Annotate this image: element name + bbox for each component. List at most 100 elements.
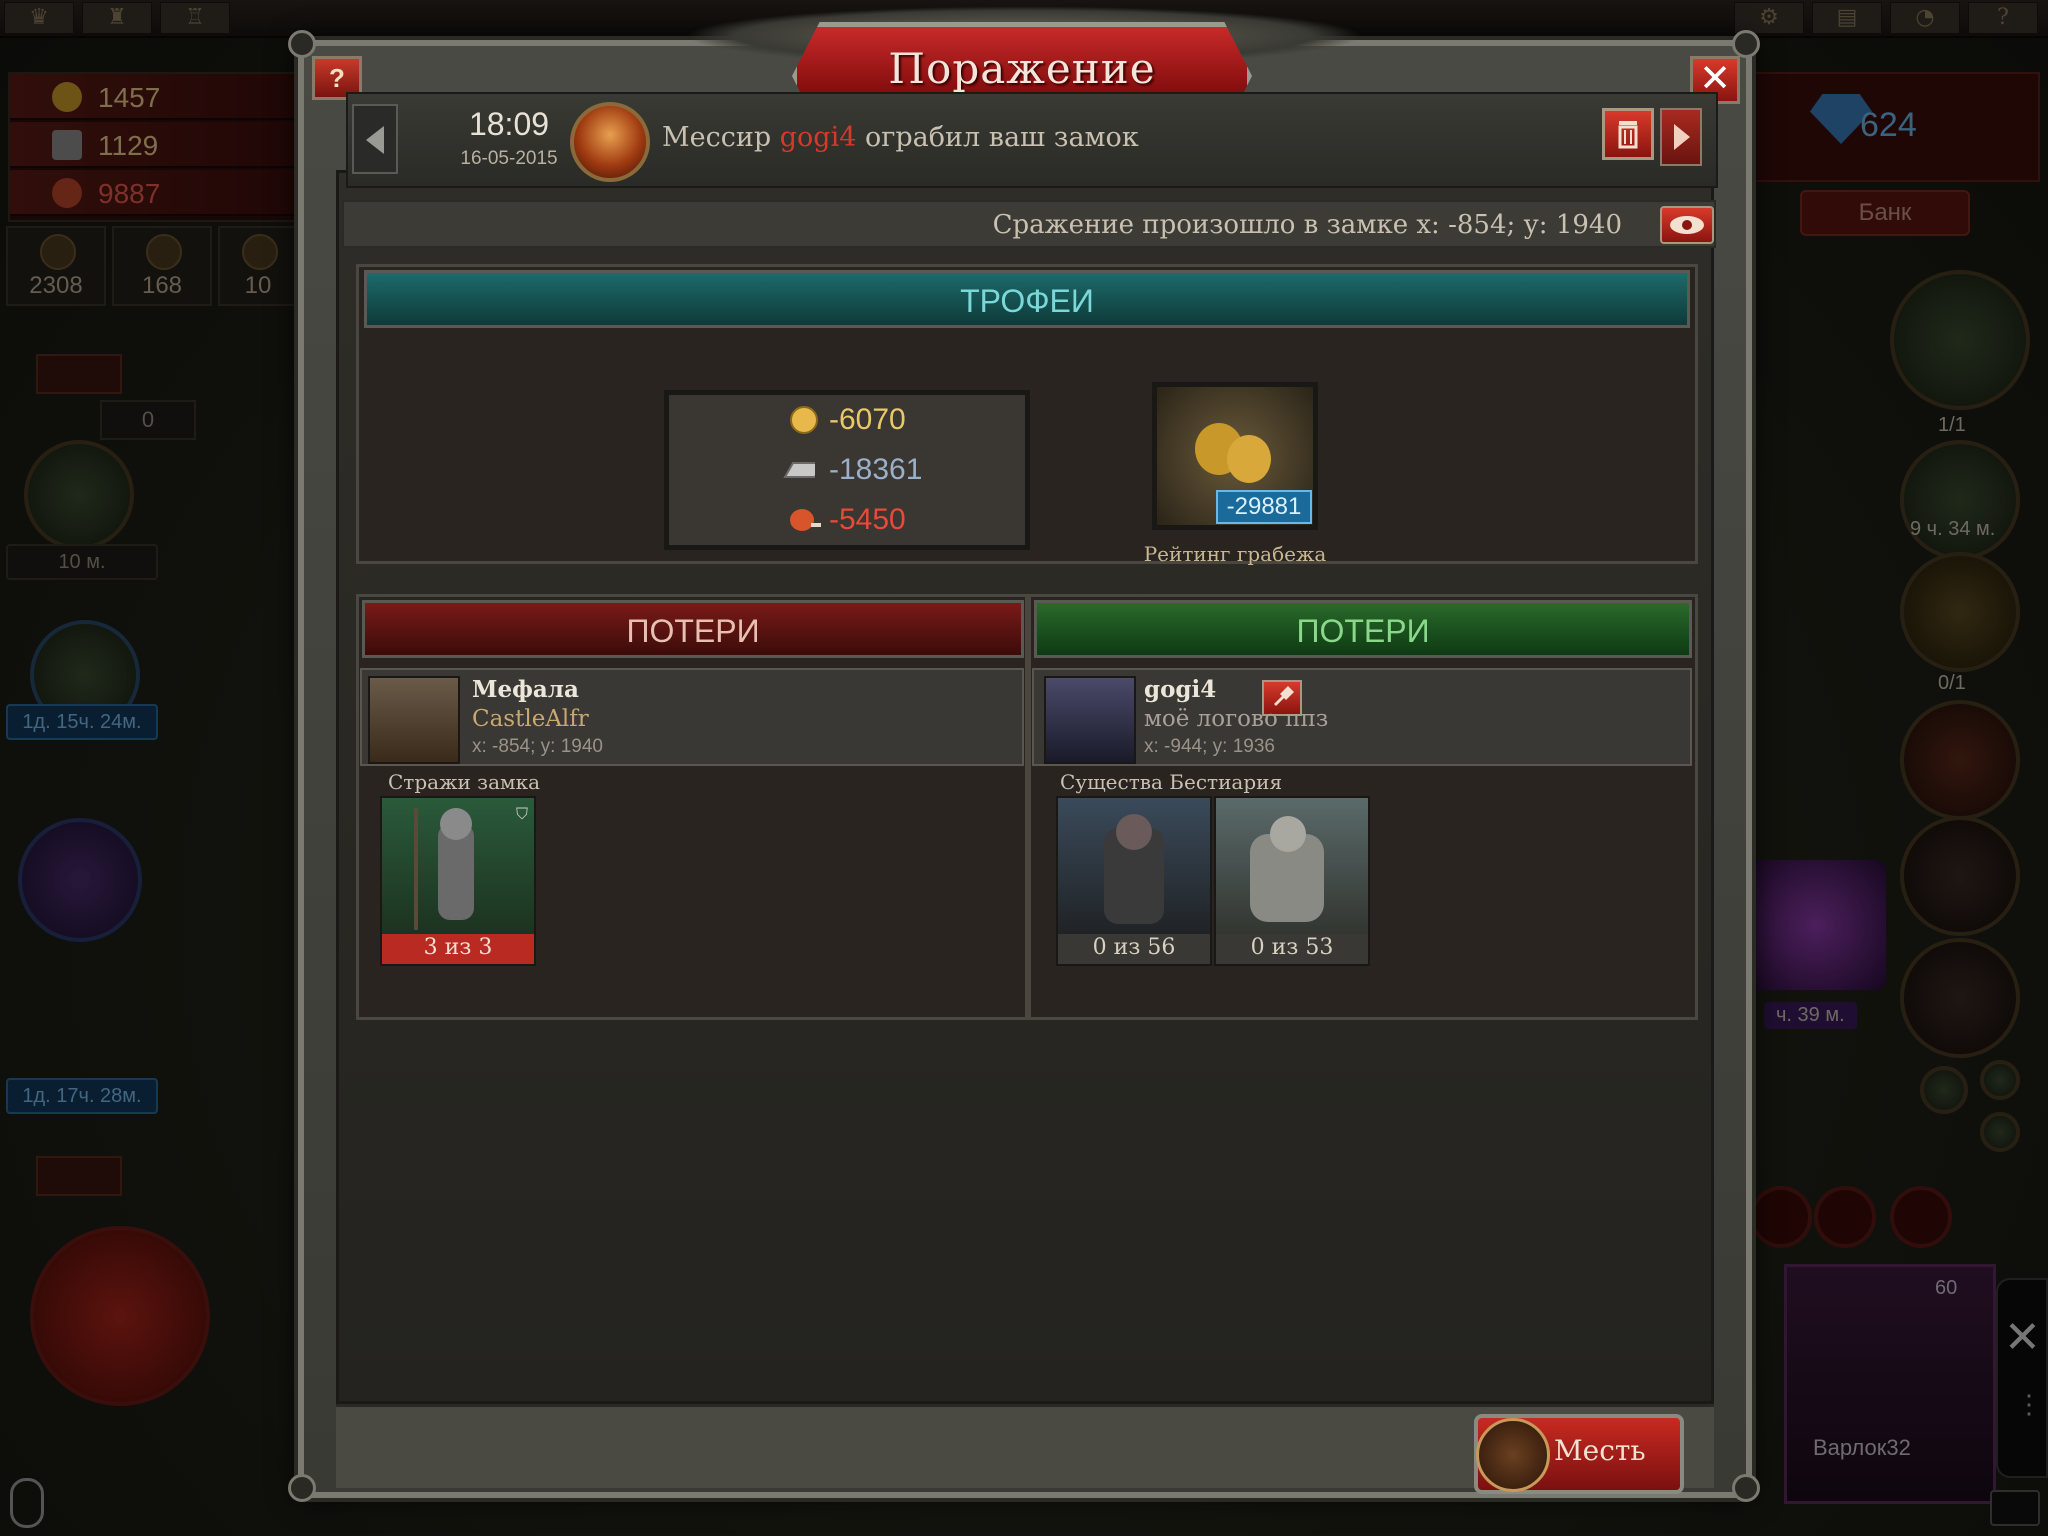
plunder-rating-value: -29881 bbox=[1216, 490, 1312, 524]
players-icon[interactable] bbox=[1814, 1186, 1876, 1248]
stat-value: 2308 bbox=[29, 272, 83, 299]
shield-round-icon[interactable] bbox=[1900, 938, 2020, 1058]
pointer-icon[interactable] bbox=[1920, 1066, 1968, 1114]
axe-icon[interactable] bbox=[1900, 440, 2020, 560]
magnifier-icon[interactable] bbox=[1900, 552, 2020, 672]
defender-castle[interactable]: CastleAlfr bbox=[472, 706, 589, 732]
stat-box-2[interactable]: 168 bbox=[112, 226, 212, 306]
arrow-left-icon bbox=[366, 126, 384, 154]
game-screen: ♛ ♜ ♖ ⚙ ▤ ◔ ? 1457 1129 9887 2308 168 10… bbox=[0, 0, 2048, 1536]
close-keyboard-icon[interactable]: ✕ bbox=[2004, 1312, 2041, 1363]
attacker-avatar-icon bbox=[570, 102, 650, 182]
stat-box-3[interactable]: 10 bbox=[218, 226, 298, 306]
plunder-rating-label: Рейтинг грабежа bbox=[1143, 542, 1327, 566]
iron-amount: 1129 bbox=[98, 130, 159, 161]
player-name: Варлок32 bbox=[1813, 1435, 1911, 1460]
castle-guards-label: Стражи замка bbox=[388, 770, 540, 794]
bank-button[interactable]: Банк bbox=[1800, 190, 1970, 236]
iron-ingot-icon bbox=[52, 130, 82, 160]
gift-box-icon[interactable] bbox=[1746, 860, 1886, 990]
quest-icon[interactable] bbox=[18, 818, 142, 942]
unit-card-bestiary-2[interactable]: 0 из 53 bbox=[1214, 796, 1370, 966]
unit-count: 3 из 3 bbox=[382, 934, 534, 964]
next-report-button[interactable] bbox=[1660, 108, 1702, 166]
bestiary-creatures-label: Существа Бестиария bbox=[1060, 770, 1283, 794]
hero-timer: 10 м. bbox=[6, 544, 158, 580]
gold-coin-icon bbox=[52, 82, 82, 112]
count-label: 0/1 bbox=[1938, 672, 1966, 694]
attacker-name[interactable]: gogi4 bbox=[1144, 676, 1216, 703]
helmet-icon bbox=[40, 234, 76, 270]
book-icon[interactable] bbox=[1900, 700, 2020, 820]
message-prefix: Мессир bbox=[662, 122, 772, 153]
flag-icon[interactable]: ▤ bbox=[1812, 2, 1882, 34]
stat-value: 10 bbox=[244, 272, 272, 299]
resource-gold[interactable]: 1457 bbox=[10, 74, 300, 120]
heart-icon[interactable] bbox=[1890, 1186, 1952, 1248]
helmet-round-icon[interactable] bbox=[1900, 816, 2020, 936]
food-amount: 9887 bbox=[98, 178, 161, 209]
attacker-losses-header: ПОТЕРИ bbox=[1034, 600, 1692, 658]
scroll-down-button[interactable] bbox=[36, 1156, 122, 1196]
battle-report-modal: Поражение ? ✕ 18:09 16-05-2015 Мессир go… bbox=[288, 6, 1760, 1502]
help-top-icon[interactable]: ? bbox=[1968, 2, 2038, 34]
report-time: 18:09 bbox=[468, 106, 550, 142]
keyboard-panel: ✕ ⋮ bbox=[1996, 1278, 2048, 1478]
attacker-castle[interactable]: моё логово ппз bbox=[1144, 706, 1328, 732]
gems-amount: 624 bbox=[1860, 106, 1917, 144]
delete-report-button[interactable] bbox=[1602, 108, 1654, 160]
zoom-out-icon[interactable] bbox=[1980, 1112, 2020, 1152]
more-icon[interactable]: ⋮ bbox=[2016, 1392, 2042, 1418]
corner-decoration bbox=[1732, 1474, 1760, 1502]
alliance-icon[interactable] bbox=[1750, 1186, 1812, 1248]
counter-box: 0 bbox=[100, 400, 196, 440]
trophy-iron-row: -18361 bbox=[669, 451, 1025, 491]
trophy-food-row: -5450 bbox=[669, 501, 1025, 541]
trash-icon bbox=[1618, 121, 1638, 149]
report-message: Мессир gogi4 ограбил ваш замок bbox=[662, 122, 1139, 153]
scroll-up-button[interactable] bbox=[36, 354, 122, 394]
knight-icon bbox=[414, 808, 474, 930]
view-location-button[interactable] bbox=[1660, 206, 1714, 244]
gold-amount: 1457 bbox=[98, 82, 161, 113]
shield-icon bbox=[146, 234, 182, 270]
resource-food[interactable]: 9887 bbox=[10, 170, 300, 216]
attacker-coords: х: -944; у: 1936 bbox=[1144, 736, 1275, 757]
trophies-header: ТРОФЕИ bbox=[364, 270, 1690, 328]
report-header: 18:09 16-05-2015 Мессир gogi4 ограбил ва… bbox=[346, 92, 1718, 188]
trophy-gold-value: -6070 bbox=[829, 403, 906, 436]
chest-timer: 1д. 15ч. 24м. bbox=[6, 704, 158, 740]
defender-losses-header: ПОТЕРИ bbox=[362, 600, 1024, 658]
loot-bag-icon[interactable] bbox=[1890, 270, 2030, 410]
unit-card-castle-guard[interactable]: ⛉ 3 из 3 bbox=[380, 796, 536, 966]
message-suffix: ограбил ваш замок bbox=[864, 122, 1139, 153]
meat-icon bbox=[52, 178, 82, 208]
shield-badge-icon: ⛉ bbox=[515, 804, 528, 823]
castle-icon[interactable]: ♖ bbox=[160, 2, 230, 34]
attacker-link[interactable]: gogi4 bbox=[780, 122, 857, 153]
stat-box-1[interactable]: 2308 bbox=[6, 226, 106, 306]
prev-report-button[interactable] bbox=[352, 104, 398, 174]
iron-ingot-icon bbox=[783, 462, 815, 478]
defender-name: Мефала bbox=[472, 676, 579, 703]
crown-icon[interactable]: ♛ bbox=[4, 2, 74, 34]
hero-portrait-icon[interactable] bbox=[24, 440, 134, 550]
player-level: 60 bbox=[1935, 1277, 1958, 1299]
zoom-in-icon[interactable] bbox=[1980, 1060, 2020, 1100]
keyboard-icon[interactable] bbox=[1990, 1490, 2040, 1526]
horse-icon bbox=[242, 234, 278, 270]
corner-decoration bbox=[288, 1474, 316, 1502]
rss-icon[interactable]: ◔ bbox=[1890, 2, 1960, 34]
crossed-swords-icon[interactable] bbox=[30, 1226, 210, 1406]
defender-coords: х: -854; у: 1940 bbox=[472, 736, 603, 757]
mouse-icon bbox=[10, 1478, 44, 1528]
unit-count: 0 из 56 bbox=[1058, 934, 1210, 964]
player-card[interactable]: Варлок32 60 bbox=[1784, 1264, 1996, 1504]
gift-timer: ч. 39 м. bbox=[1764, 1002, 1857, 1029]
unit-card-bestiary-1[interactable]: 0 из 56 bbox=[1056, 796, 1212, 966]
revenge-label: Месть bbox=[1554, 1434, 1646, 1467]
trophy-icon[interactable]: ♜ bbox=[82, 2, 152, 34]
battle-location-text: Сражение произошло в замке х: -854; у: 1… bbox=[992, 210, 1622, 240]
resource-iron[interactable]: 1129 bbox=[10, 122, 300, 168]
defender-portrait-icon bbox=[368, 676, 460, 764]
